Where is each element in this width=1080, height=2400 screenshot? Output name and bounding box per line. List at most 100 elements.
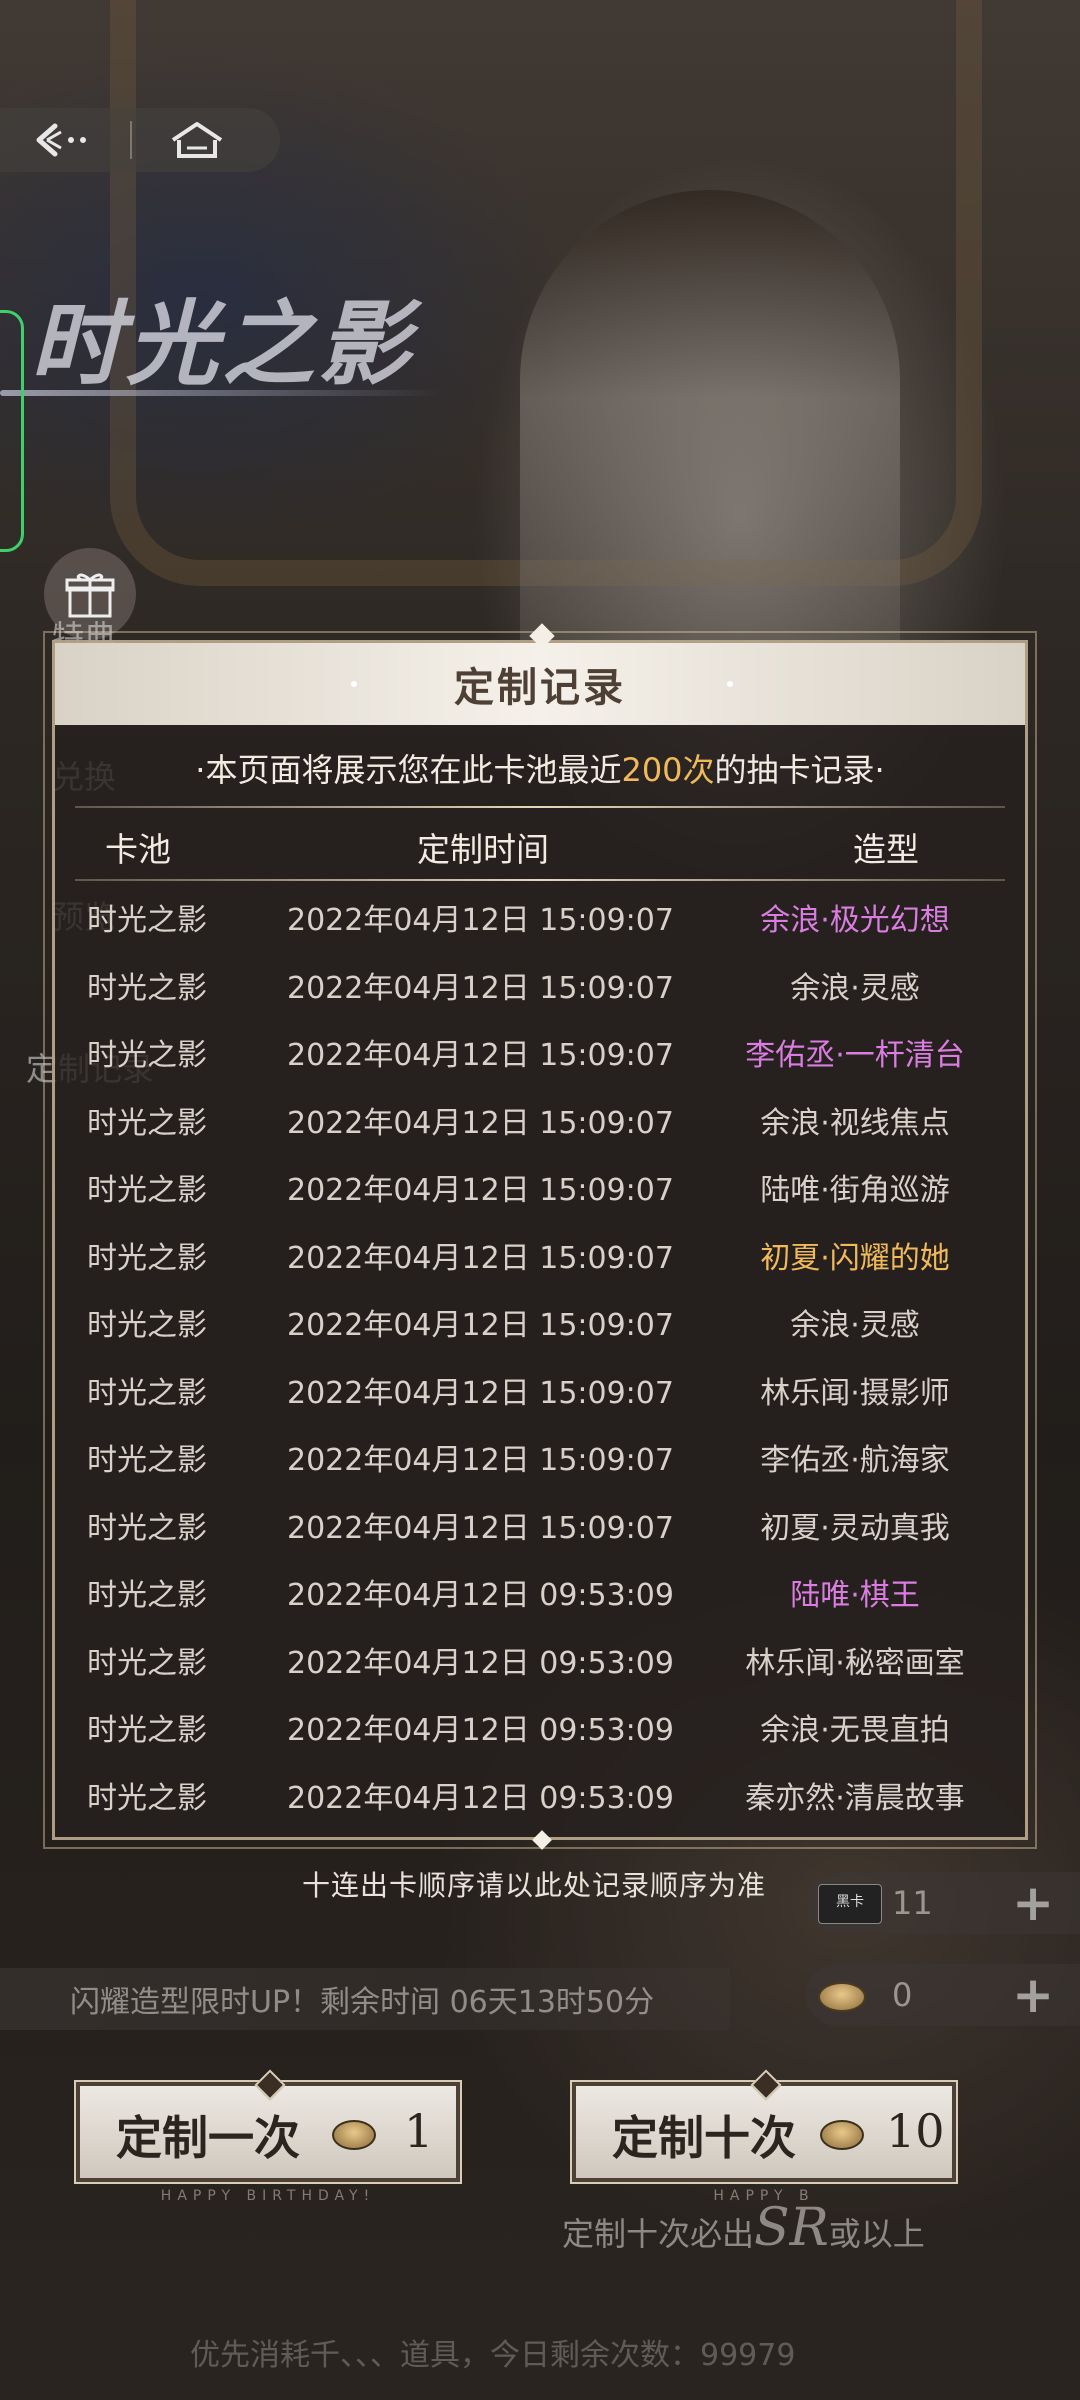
column-header-pool: 卡池	[105, 830, 171, 869]
record-style: 余浪·灵感	[790, 970, 920, 1006]
record-pool: 时光之影	[87, 1173, 207, 1208]
notice-prefix: ·本页面将展示您在此卡池最近	[195, 751, 622, 789]
record-pool: 时光之影	[87, 1645, 207, 1681]
record-row: 时光之影 2022年04月12日 15:09:07 李佑丞·航海家	[55, 1420, 1025, 1488]
black-card-currency: 黑卡 11 +	[806, 1872, 1080, 1934]
record-dialog: 定制记录 ·本页面将展示您在此卡池最近200次的抽卡记录· 卡池 定制时间 造型…	[43, 623, 1037, 1850]
record-time: 2022年04月12日 15:09:07	[287, 1443, 674, 1478]
record-pool: 时光之影	[87, 1713, 207, 1748]
up-timer-text: 闪耀造型限时UP！剩余时间 06天13时50分	[70, 1985, 655, 2020]
top-nav-bar	[0, 108, 280, 172]
header-rule-top	[75, 806, 1005, 808]
home-button[interactable]	[132, 108, 262, 172]
up-timer-bar: 闪耀造型限时UP！剩余时间 06天13时50分	[0, 1968, 730, 2030]
draw-once-cost: 1	[404, 2104, 434, 2158]
draw-ten-button[interactable]: 定制十次 10 HAPPY B	[570, 2069, 958, 2204]
record-time: 2022年04月12日 09:53:09	[287, 1780, 674, 1816]
column-header-style: 造型	[853, 830, 919, 869]
remaining-draws-info: 优先消耗千、、、道具，今日剩余次数：99979	[190, 2338, 796, 2373]
record-row: 时光之影 2022年04月12日 15:09:07 初夏·灵动真我	[55, 1488, 1025, 1556]
record-row: 时光之影 2022年04月12日 15:09:07 余浪·灵感	[55, 948, 1025, 1016]
draw-once-label: 定制一次	[116, 2111, 300, 2165]
guarantee-rarity: SR	[754, 2198, 829, 2258]
coin-icon	[332, 2120, 376, 2150]
record-style: 初夏·闪耀的她	[760, 1240, 950, 1276]
draw-ten-cost: 10	[886, 2104, 945, 2158]
record-style: 陆唯·街角巡游	[760, 1173, 950, 1208]
record-pool: 时光之影	[87, 1105, 207, 1141]
record-time: 2022年04月12日 15:09:07	[287, 1105, 674, 1141]
guarantee-prefix: 定制十次必出	[562, 2215, 755, 2253]
record-style: 陆唯·棋王	[790, 1578, 920, 1613]
record-row: 时光之影 2022年04月12日 09:53:09 余浪·无畏直拍	[55, 1690, 1025, 1758]
add-black-card-button[interactable]: +	[1012, 1874, 1054, 1932]
record-style: 余浪·视线焦点	[760, 1105, 950, 1141]
record-row: 时光之影 2022年04月12日 15:09:07 陆唯·街角巡游	[55, 1150, 1025, 1218]
black-card-icon: 黑卡	[818, 1884, 882, 1924]
record-time: 2022年04月12日 15:09:07	[287, 1308, 674, 1343]
back-arrow-icon	[36, 123, 86, 157]
record-time: 2022年04月12日 09:53:09	[287, 1578, 674, 1613]
banner-decoration	[0, 390, 440, 396]
record-time: 2022年04月12日 15:09:07	[287, 970, 674, 1006]
record-notice: ·本页面将展示您在此卡池最近200次的抽卡记录·	[55, 745, 1025, 791]
record-pool: 时光之影	[87, 1240, 207, 1276]
coin-icon	[818, 1982, 866, 2012]
dialog-title: 定制记录	[454, 664, 626, 711]
coin-count: 0	[892, 1976, 913, 2014]
record-row: 时光之影 2022年04月12日 15:09:07 李佑丞·一杆清台	[55, 1015, 1025, 1083]
record-row: 时光之影 2022年04月12日 15:09:07 初夏·闪耀的她	[55, 1218, 1025, 1286]
record-time: 2022年04月12日 15:09:07	[287, 1240, 674, 1276]
record-pool: 时光之影	[87, 1443, 207, 1478]
record-pool: 时光之影	[87, 1510, 207, 1546]
record-style: 余浪·极光幻想	[760, 903, 950, 938]
record-time: 2022年04月12日 15:09:07	[287, 1375, 674, 1411]
record-list[interactable]: 时光之影 2022年04月12日 15:09:07 余浪·极光幻想 时光之影 2022年…	[55, 880, 1025, 1825]
record-time: 2022年04月12日 09:53:09	[287, 1645, 674, 1681]
guarantee-text: 定制十次必出SR或以上	[562, 2198, 925, 2258]
record-row: 时光之影 2022年04月12日 15:09:07 林乐闻·摄影师	[55, 1353, 1025, 1421]
guarantee-suffix: 或以上	[828, 2215, 925, 2253]
record-style: 初夏·灵动真我	[760, 1510, 950, 1546]
record-time: 2022年04月12日 15:09:07	[287, 1173, 674, 1208]
record-style: 李佑丞·航海家	[760, 1443, 950, 1478]
record-row: 时光之影 2022年04月12日 15:09:07 余浪·视线焦点	[55, 1083, 1025, 1151]
record-row: 时光之影 2022年04月12日 15:09:07 余浪·灵感	[55, 1285, 1025, 1353]
record-row: 时光之影 2022年04月12日 09:53:09 林乐闻·秘密画室	[55, 1623, 1025, 1691]
header-sparkle-icon	[727, 681, 733, 687]
record-time: 2022年04月12日 15:09:07	[287, 1510, 674, 1546]
draw-ten-label: 定制十次	[612, 2111, 796, 2165]
record-time: 2022年04月12日 09:53:09	[287, 1713, 674, 1748]
record-row: 时光之影 2022年04月12日 15:09:07 余浪·极光幻想	[55, 880, 1025, 948]
record-pool: 时光之影	[87, 1038, 207, 1073]
record-style: 余浪·无畏直拍	[760, 1713, 950, 1748]
black-card-count: 11	[892, 1884, 933, 1922]
home-icon	[171, 122, 223, 158]
coin-icon	[820, 2120, 864, 2150]
side-tab-highlight[interactable]	[0, 310, 24, 552]
header-sparkle-icon	[351, 681, 357, 687]
banner-title: 时光之影	[30, 290, 415, 398]
record-style: 林乐闻·摄影师	[760, 1375, 950, 1411]
record-pool: 时光之影	[87, 903, 207, 938]
column-header-time: 定制时间	[417, 830, 549, 869]
order-note-text: 十连出卡顺序请以此处记录顺序为准	[301, 1869, 766, 1902]
draw-once-button[interactable]: 定制一次 1 HAPPY BIRTHDAY!	[74, 2069, 462, 2204]
record-time: 2022年04月12日 15:09:07	[287, 1038, 674, 1073]
coin-currency: 0 +	[806, 1964, 1080, 2026]
record-style: 林乐闻·秘密画室	[745, 1645, 965, 1681]
record-row: 时光之影 2022年04月12日 09:53:09 陆唯·棋王	[55, 1555, 1025, 1623]
record-pool: 时光之影	[87, 970, 207, 1006]
record-style: 秦亦然·清晨故事	[745, 1780, 965, 1816]
draw-once-subtext: HAPPY BIRTHDAY!	[160, 2188, 376, 2204]
record-style: 余浪·灵感	[790, 1308, 920, 1343]
record-pool: 时光之影	[87, 1780, 207, 1816]
record-time: 2022年04月12日 15:09:07	[287, 903, 674, 938]
back-button[interactable]	[0, 108, 130, 172]
record-row: 时光之影 2022年04月12日 09:53:09 秦亦然·清晨故事	[55, 1758, 1025, 1826]
add-coin-button[interactable]: +	[1012, 1966, 1054, 2024]
record-pool: 时光之影	[87, 1578, 207, 1613]
notice-suffix: 的抽卡记录·	[714, 751, 885, 789]
record-pool: 时光之影	[87, 1308, 207, 1343]
dialog-header: 定制记录	[55, 643, 1025, 725]
